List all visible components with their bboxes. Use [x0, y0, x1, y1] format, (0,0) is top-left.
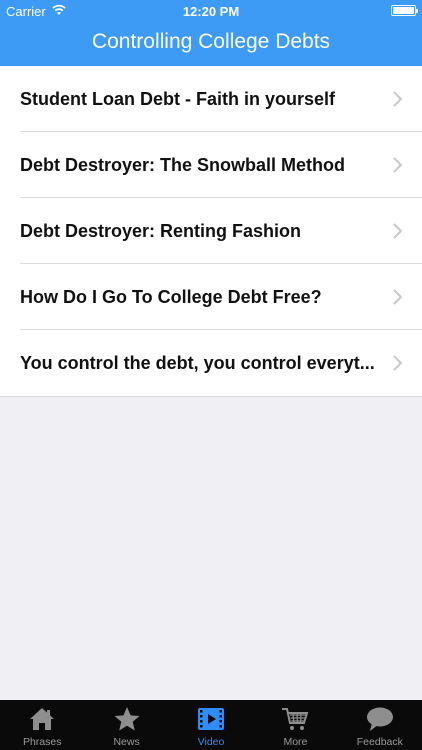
header: Carrier 12:20 PM Controlling College Deb…: [0, 0, 422, 66]
page-title: Controlling College Debts: [91, 30, 331, 53]
tab-more[interactable]: More: [253, 700, 337, 750]
speech-bubble-icon: [366, 707, 393, 731]
list-item-label: Debt Destroyer: Renting Fashion: [20, 220, 302, 241]
list-item-label: You control the debt, you control everyt…: [20, 352, 375, 373]
tab-feedback[interactable]: Feedback: [338, 700, 422, 750]
video-list: Student Loan Debt - Faith in yourself De…: [0, 66, 422, 397]
house-icon: [30, 708, 55, 730]
tab-label: More: [283, 736, 308, 748]
list-item-label: Debt Destroyer: The Snowball Method: [20, 154, 346, 175]
tab-news[interactable]: News: [84, 700, 168, 750]
cart-icon: [282, 708, 309, 730]
list-item-label: Student Loan Debt - Faith in yourself: [20, 88, 335, 109]
list-item[interactable]: How Do I Go To College Debt Free?: [0, 264, 422, 330]
chevron-right-icon: [393, 223, 402, 239]
chevron-right-icon: [393, 355, 402, 371]
status-bar: Carrier 12:20 PM: [0, 0, 422, 22]
tab-label: News: [113, 736, 140, 748]
star-icon: [114, 707, 140, 731]
film-icon: [198, 708, 225, 730]
chevron-right-icon: [393, 289, 402, 305]
list-item[interactable]: You control the debt, you control everyt…: [0, 330, 422, 396]
list-item[interactable]: Debt Destroyer: The Snowball Method: [0, 132, 422, 198]
list-item[interactable]: Student Loan Debt - Faith in yourself: [0, 66, 422, 132]
list-item-label: How Do I Go To College Debt Free?: [20, 286, 322, 307]
tab-phrases[interactable]: Phrases: [0, 700, 84, 750]
battery-icon: [391, 5, 418, 16]
tab-label: Feedback: [356, 736, 403, 748]
chevron-right-icon: [393, 91, 402, 107]
tab-video[interactable]: Video: [169, 700, 253, 750]
status-time: 12:20 PM: [182, 4, 240, 19]
tab-bar: Phrases News Video More Feedback: [0, 700, 422, 750]
chevron-right-icon: [393, 157, 402, 173]
tab-label: Video: [197, 736, 225, 748]
list-item[interactable]: Debt Destroyer: Renting Fashion: [0, 198, 422, 264]
tab-label: Phrases: [22, 736, 62, 748]
